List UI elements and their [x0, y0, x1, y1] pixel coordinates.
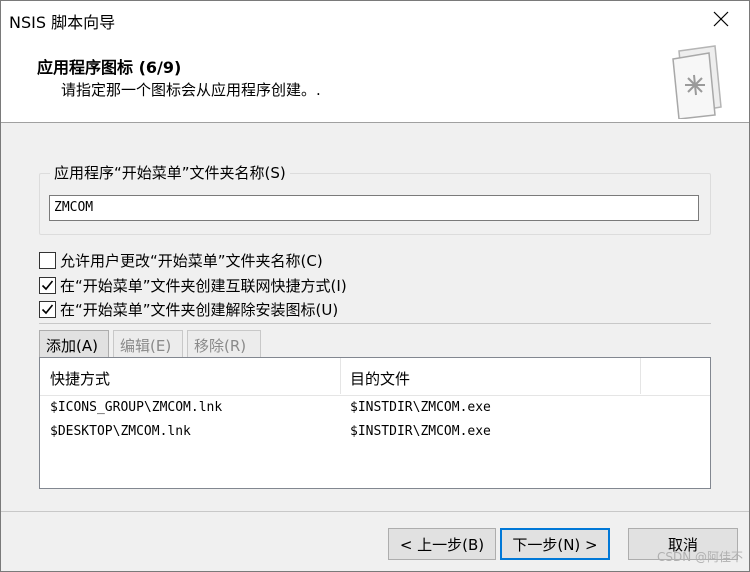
start-menu-folder-input[interactable]: ZMCOM — [49, 195, 699, 221]
footer-divider — [1, 511, 749, 512]
wizard-header: 应用程序图标 (6/9) 请指定那一个图标会从应用程序创建。. — [1, 37, 749, 123]
allow-change-folder-checkbox[interactable] — [39, 252, 56, 269]
back-button[interactable]: < 上一步(B) — [388, 528, 496, 560]
column-header-target[interactable]: 目的文件 — [350, 368, 410, 389]
next-button[interactable]: 下一步(N) > — [500, 528, 610, 560]
internet-shortcut-checkbox[interactable] — [39, 277, 56, 294]
divider — [39, 323, 711, 324]
shortcut-cell: $ICONS_GROUP\ZMCOM.lnk — [50, 400, 223, 415]
add-button[interactable]: 添加(A) — [39, 330, 109, 358]
internet-shortcut-label: 在“开始菜单”文件夹创建互联网快捷方式(I) — [60, 277, 347, 295]
checkmark-icon — [41, 280, 54, 291]
allow-change-folder-label: 允许用户更改“开始菜单”文件夹名称(C) — [60, 252, 323, 270]
document-star-icon — [672, 45, 722, 119]
page-subtitle: 请指定那一个图标会从应用程序创建。. — [61, 81, 321, 99]
window-title: NSIS 脚本向导 — [9, 13, 116, 32]
title-bar: NSIS 脚本向导 — [1, 1, 749, 37]
table-row[interactable]: $DESKTOP\ZMCOM.lnk $INSTDIR\ZMCOM.exe — [40, 421, 710, 443]
target-cell: $INSTDIR\ZMCOM.exe — [350, 424, 491, 439]
checkmark-icon — [41, 304, 54, 315]
uninstall-icon-option[interactable]: 在“开始菜单”文件夹创建解除安装图标(U) — [39, 299, 338, 320]
table-row[interactable]: $ICONS_GROUP\ZMCOM.lnk $INSTDIR\ZMCOM.ex… — [40, 397, 710, 419]
uninstall-icon-label: 在“开始菜单”文件夹创建解除安装图标(U) — [60, 301, 339, 319]
target-cell: $INSTDIR\ZMCOM.exe — [350, 400, 491, 415]
column-divider[interactable] — [640, 358, 641, 394]
list-header: 快捷方式 目的文件 — [40, 358, 710, 396]
close-icon — [713, 11, 729, 27]
allow-change-folder-option[interactable]: 允许用户更改“开始菜单”文件夹名称(C) — [39, 250, 323, 271]
start-menu-folder-label: 应用程序“开始菜单”文件夹名称(S) — [50, 162, 290, 183]
shortcut-cell: $DESKTOP\ZMCOM.lnk — [50, 424, 191, 439]
watermark-text: CSDN @阿佳不 — [656, 550, 743, 564]
column-divider[interactable] — [340, 358, 341, 394]
remove-button[interactable]: 移除(R) — [187, 330, 261, 358]
shortcut-list[interactable]: 快捷方式 目的文件 $ICONS_GROUP\ZMCOM.lnk $INSTDI… — [39, 357, 711, 489]
internet-shortcut-option[interactable]: 在“开始菜单”文件夹创建互联网快捷方式(I) — [39, 275, 347, 296]
uninstall-icon-checkbox[interactable] — [39, 301, 56, 318]
wizard-window: NSIS 脚本向导 应用程序图标 (6/9) 请指定那一个图标会从应用程序创建。… — [0, 0, 750, 572]
page-title: 应用程序图标 (6/9) — [37, 58, 182, 77]
edit-button[interactable]: 编辑(E) — [113, 330, 183, 358]
close-button[interactable] — [699, 1, 743, 37]
column-header-shortcut[interactable]: 快捷方式 — [50, 368, 110, 389]
